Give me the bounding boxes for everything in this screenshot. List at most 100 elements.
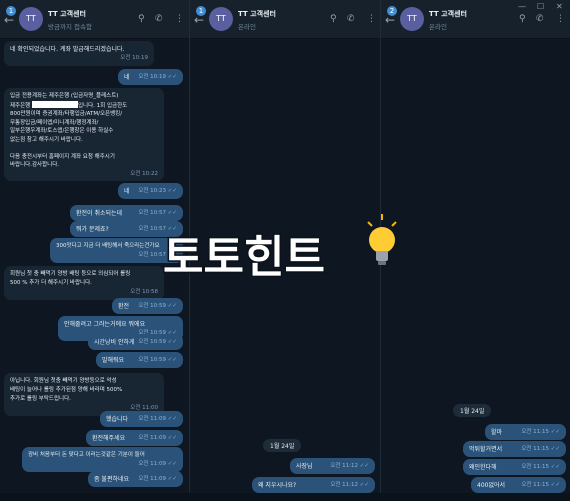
message-outgoing[interactable]: 환전 오전 10:59 ✓✓ <box>112 298 183 314</box>
chat-status: 방금까지 접속함 <box>48 23 92 31</box>
double-check-icon: ✓✓ <box>166 188 177 194</box>
unread-badge: 2 <box>387 6 397 16</box>
call-icon[interactable]: ✆ <box>155 14 163 24</box>
message-incoming[interactable]: 회원님 첫 충 빼먹기 양방 배팅 등으로 의심되어 롤링 500 % 추가 더… <box>4 266 164 300</box>
message-incoming[interactable]: 입금 전용계좌는 제주은행 (입금자명_플레스트) 제주은행 입니다. 1회 입… <box>4 88 164 181</box>
message-outgoing[interactable]: 환전해주세요 오전 11:09 ✓✓ <box>86 430 183 446</box>
chat-title[interactable]: TT 고객센터 <box>48 9 86 19</box>
double-check-icon: ✓✓ <box>166 74 177 80</box>
watermark-text: 토토힌트 <box>163 232 325 283</box>
message-outgoing[interactable]: 말해줘요 오전 10:59 ✓✓ <box>96 352 183 368</box>
message-outgoing[interactable]: 400없어서 오전 11:15 ✓✓ <box>471 477 566 493</box>
message-text: 시간낭비 안하게 <box>94 339 135 346</box>
minimize-icon[interactable]: — <box>518 2 526 11</box>
message-text: 네 <box>124 188 130 195</box>
message-time: 오전 10:22 <box>130 170 158 177</box>
message-text: 네 <box>124 74 130 81</box>
message-text: 안해줄려고 그러는거에요 뭐에요 <box>64 321 146 328</box>
message-time: 오전 10:59 ✓✓ <box>138 339 177 345</box>
avatar[interactable]: TT <box>209 7 233 31</box>
message-incoming[interactable]: 아닙니다. 회원님 첫충 빼먹기 양방등으로 악성 배팅이 늘어나 롤링 추가된… <box>4 373 164 416</box>
double-check-icon: ✓✓ <box>166 461 177 467</box>
message-time: 오전 10:19 ✓✓ <box>138 74 177 80</box>
maximize-icon[interactable]: ☐ <box>537 2 544 11</box>
message-text: 환전해주세요 <box>92 435 126 442</box>
more-icon[interactable]: ⋮ <box>367 14 376 24</box>
message-text: 400없어서 <box>477 482 506 489</box>
search-icon[interactable]: ⚲ <box>519 14 526 24</box>
message-text: 환전이 취소되는데 <box>76 210 123 217</box>
message-outgoing[interactable]: 광비 처음부터 돈 맞다고 이러는것같은 기분이 들어 오전 11:09 ✓✓ <box>22 447 183 472</box>
unread-badge: 1 <box>196 6 206 16</box>
message-time: 오전 10:23 ✓✓ <box>138 188 177 194</box>
message-outgoing[interactable]: 왜인한다해 오전 11:15 ✓✓ <box>463 459 566 475</box>
double-check-icon: ✓✓ <box>166 357 177 363</box>
redaction-bar <box>32 100 78 108</box>
more-icon[interactable]: ⋮ <box>175 14 184 24</box>
message-time: 오전 11:09 ✓✓ <box>138 461 177 467</box>
chat-header: ← 1 TT TT 고객센터 방금까지 접속함 ⚲ ✆ ⋮ <box>0 0 189 39</box>
call-icon[interactable]: ✆ <box>536 14 544 24</box>
chat-status: 온라인 <box>238 23 256 31</box>
double-check-icon: ✓✓ <box>166 303 177 309</box>
double-check-icon: ✓✓ <box>549 429 560 435</box>
message-time: 오전 10:58 <box>130 289 158 295</box>
watermark-logo: 토토힌트 <box>162 214 397 285</box>
message-text: 아닙니다. 회원님 첫충 빼먹기 양방등으로 악성 배팅이 늘어나 롤링 추가된… <box>10 378 123 402</box>
message-time: 오전 11:12 ✓✓ <box>330 482 369 488</box>
message-time: 오전 11:15 ✓✓ <box>521 446 560 452</box>
message-outgoing[interactable]: 좀 불편하네요 오전 11:09 ✓✓ <box>88 471 183 487</box>
message-text: 먹튀할거면서 <box>469 446 503 453</box>
message-time: 오전 11:15 ✓✓ <box>521 482 560 488</box>
avatar[interactable]: TT <box>19 7 43 31</box>
message-time: 오전 10:57 ✓✓ <box>138 252 177 258</box>
message-text: 좀 불편하네요 <box>94 476 130 483</box>
message-time: 오전 11:15 ✓✓ <box>521 464 560 470</box>
message-outgoing[interactable]: 왈마 오전 11:15 ✓✓ <box>485 424 566 440</box>
message-text: 광비 처음부터 돈 맞다고 이러는것같은 기분이 들어 <box>28 452 145 458</box>
message-text: 왈마 <box>491 429 503 436</box>
message-outgoing[interactable]: 했습니다 오전 11:09 ✓✓ <box>100 411 183 427</box>
double-check-icon: ✓✓ <box>549 464 560 470</box>
message-text: 네 확인되었습니다. 계좌 발급해드리겠습니다. <box>10 46 125 53</box>
input-bar[interactable] <box>0 493 570 501</box>
message-text: 말해줘요 <box>102 357 125 364</box>
message-outgoing[interactable]: 네 오전 10:23 ✓✓ <box>118 183 183 199</box>
date-separator: 1월 24일 <box>453 404 492 417</box>
message-time: 오전 10:59 ✓✓ <box>138 303 177 309</box>
message-outgoing[interactable]: 네 오전 10:19 ✓✓ <box>118 69 183 85</box>
message-outgoing[interactable]: 사장님 오전 11:12 ✓✓ <box>290 458 375 474</box>
message-text: 왜 지우시나요? <box>258 482 297 489</box>
double-check-icon: ✓✓ <box>549 482 560 488</box>
message-outgoing[interactable]: 왜 지우시나요? 오전 11:12 ✓✓ <box>252 477 375 493</box>
message-text: 300맛다고 지금 더 배팅해서 죽으라는건가요 <box>56 243 160 249</box>
chat-title[interactable]: TT 고객센터 <box>429 9 467 19</box>
message-outgoing[interactable]: 시간낭비 안하게 오전 10:59 ✓✓ <box>88 334 183 350</box>
double-check-icon: ✓✓ <box>358 463 369 469</box>
message-time: 오전 11:09 ✓✓ <box>138 435 177 441</box>
more-icon[interactable]: ⋮ <box>556 14 565 24</box>
double-check-icon: ✓✓ <box>166 416 177 422</box>
date-separator: 1월 24일 <box>263 439 302 452</box>
message-text: 했습니다 <box>106 416 129 423</box>
message-time: 오전 10:59 ✓✓ <box>138 357 177 363</box>
close-icon[interactable]: ✕ <box>556 2 563 11</box>
call-icon[interactable]: ✆ <box>347 14 355 24</box>
message-text: 뭐가 문제죠? <box>76 226 109 233</box>
double-check-icon: ✓✓ <box>166 435 177 441</box>
chat-title[interactable]: TT 고객센터 <box>238 9 276 19</box>
message-time: 오전 11:09 ✓✓ <box>138 476 177 482</box>
search-icon[interactable]: ⚲ <box>138 14 145 24</box>
message-outgoing[interactable]: 먹튀할거면서 오전 11:15 ✓✓ <box>463 441 566 457</box>
message-text: 왜인한다해 <box>469 464 497 471</box>
message-incoming[interactable]: 네 확인되었습니다. 계좌 발급해드리겠습니다. 오전 10:19 <box>4 41 154 66</box>
message-text: 사장님 <box>296 463 313 470</box>
message-text: 환전 <box>118 303 130 310</box>
message-time: 오전 11:15 ✓✓ <box>521 429 560 435</box>
avatar[interactable]: TT <box>400 7 424 31</box>
message-time: 오전 11:12 ✓✓ <box>330 463 369 469</box>
chat-header: ← 2 TT TT 고객센터 온라인 ⚲ ✆ ⋮ — ☐ ✕ <box>381 0 570 39</box>
search-icon[interactable]: ⚲ <box>330 14 337 24</box>
chat-header: ← 1 TT TT 고객센터 온라인 ⚲ ✆ ⋮ <box>190 0 380 39</box>
lightbulb-icon <box>367 214 397 265</box>
